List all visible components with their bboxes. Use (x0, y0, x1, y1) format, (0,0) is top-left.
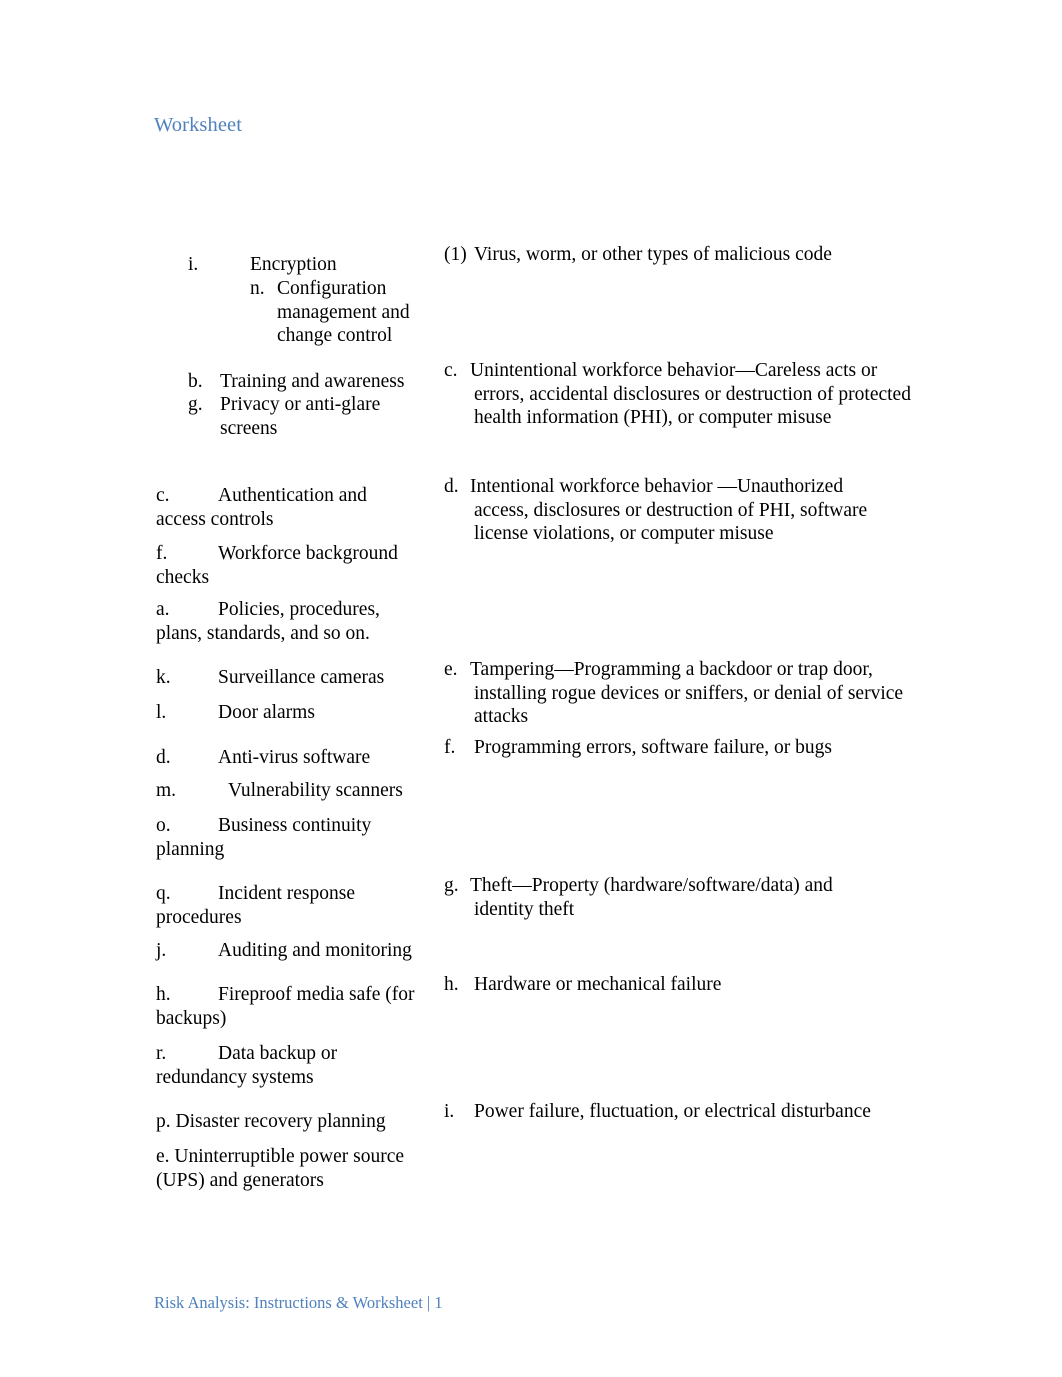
list-item: d. Intentional workforce behavior —Unaut… (444, 475, 886, 546)
list-item-text: Surveillance cameras (218, 667, 385, 688)
list-item: i. Power failure, fluctuation, or electr… (444, 1100, 934, 1124)
list-item: m. Vulnerability scanners (156, 779, 424, 803)
list-item-text: Incident response procedures (156, 883, 355, 928)
list-marker: a. (156, 599, 170, 620)
list-marker: g. (444, 875, 459, 896)
list-marker: f. (156, 543, 168, 564)
list-item: i. Encryption (188, 253, 450, 277)
list-item: f. Programming errors, software failure,… (444, 736, 922, 760)
list-item: f. Workforce background checks (156, 542, 416, 589)
list-marker: h. (156, 984, 171, 1005)
list-marker: f. (444, 737, 456, 758)
list-marker: d. (444, 476, 459, 497)
list-item: g. Privacy or anti-glare screens (188, 393, 420, 440)
list-item-text: Fireproof media safe (for backups) (156, 984, 415, 1029)
list-item: n. Configuration management and change c… (250, 277, 445, 348)
list-item-text: Tampering—Programming a backdoor or trap… (470, 659, 904, 727)
list-item: k. Surveillance cameras (156, 666, 418, 690)
list-item-text: Vulnerability scanners (228, 780, 403, 801)
list-item: p. Disaster recovery planning (156, 1110, 456, 1134)
page-footer: Risk Analysis: Instructions & Worksheet … (154, 1293, 443, 1312)
list-item: a. Policies, procedures, plans, standard… (156, 598, 398, 645)
list-marker: g. (188, 394, 203, 415)
list-item: g. Theft—Property (hardware/software/dat… (444, 874, 874, 921)
list-item-text: Authentication and access controls (156, 485, 367, 530)
list-marker: l. (156, 702, 167, 723)
list-marker: h. (444, 974, 459, 995)
list-item: j. Auditing and monitoring (156, 939, 422, 963)
list-item-text: Business continuity planning (156, 815, 372, 860)
list-item-text: Hardware or mechanical failure (474, 974, 722, 995)
list-marker: j. (156, 940, 167, 961)
document-page: Worksheet i. Encryption n. Configuration… (0, 0, 1062, 1377)
list-item: c. Authentication and access controls (156, 484, 421, 531)
list-marker: o. (156, 815, 171, 836)
list-marker: i. (444, 1101, 455, 1122)
list-item-text: Privacy or anti-glare screens (220, 394, 381, 439)
list-item: h. Fireproof media safe (for backups) (156, 983, 420, 1030)
list-item-text: Intentional workforce behavior —Unauthor… (470, 476, 868, 544)
document-body: i. Encryption n. Configuration managemen… (0, 0, 1062, 1270)
list-item: (1) Virus, worm, or other types of malic… (444, 243, 926, 267)
list-item-text: Power failure, fluctuation, or electrica… (474, 1101, 871, 1122)
list-item-text: Data backup or redundancy systems (156, 1043, 338, 1088)
list-marker: i. (188, 254, 199, 275)
list-item-text: Policies, procedures, plans, standards, … (156, 599, 380, 644)
list-item: o. Business continuity planning (156, 814, 396, 861)
list-marker: p. (156, 1111, 171, 1132)
list-marker: m. (156, 780, 177, 801)
list-marker: (1) (444, 244, 467, 265)
list-item-text: Unintentional workforce behavior—Careles… (470, 360, 911, 428)
list-marker: r. (156, 1043, 167, 1064)
list-item: e. Uninterruptible power source (UPS) an… (156, 1145, 406, 1192)
list-marker: e. (156, 1146, 170, 1167)
list-item-text: Anti-virus software (218, 747, 371, 768)
list-item: h. Hardware or mechanical failure (444, 973, 914, 997)
list-marker: d. (156, 747, 171, 768)
list-item-text: Encryption (250, 254, 337, 275)
list-item-text: Programming errors, software failure, or… (474, 737, 832, 758)
list-item-text: Workforce background checks (156, 543, 398, 588)
list-item: r. Data backup or redundancy systems (156, 1042, 386, 1089)
list-item-text: Uninterruptible power source (UPS) and g… (156, 1146, 404, 1191)
list-item: q. Incident response procedures (156, 882, 391, 929)
list-marker: q. (156, 883, 171, 904)
list-item: d. Anti-virus software (156, 746, 418, 770)
list-item-text: Configuration management and change cont… (277, 278, 410, 346)
list-item-text: Training and awareness (220, 371, 405, 392)
list-marker: c. (156, 485, 170, 506)
list-marker: b. (188, 371, 203, 392)
list-item-text: Theft—Property (hardware/software/data) … (470, 875, 833, 920)
list-item: c. Unintentional workforce behavior—Care… (444, 359, 924, 430)
list-marker: c. (444, 360, 458, 381)
list-item-text: Door alarms (218, 702, 315, 723)
list-item: e. Tampering—Programming a backdoor or t… (444, 658, 922, 729)
list-item: b. Training and awareness (188, 370, 450, 394)
list-item: l. Door alarms (156, 701, 418, 725)
list-marker: n. (250, 278, 265, 299)
list-marker: e. (444, 659, 458, 680)
list-item-text: Auditing and monitoring (218, 940, 412, 961)
list-item-text: Disaster recovery planning (175, 1111, 386, 1132)
list-marker: k. (156, 667, 171, 688)
list-item-text: Virus, worm, or other types of malicious… (474, 244, 832, 265)
